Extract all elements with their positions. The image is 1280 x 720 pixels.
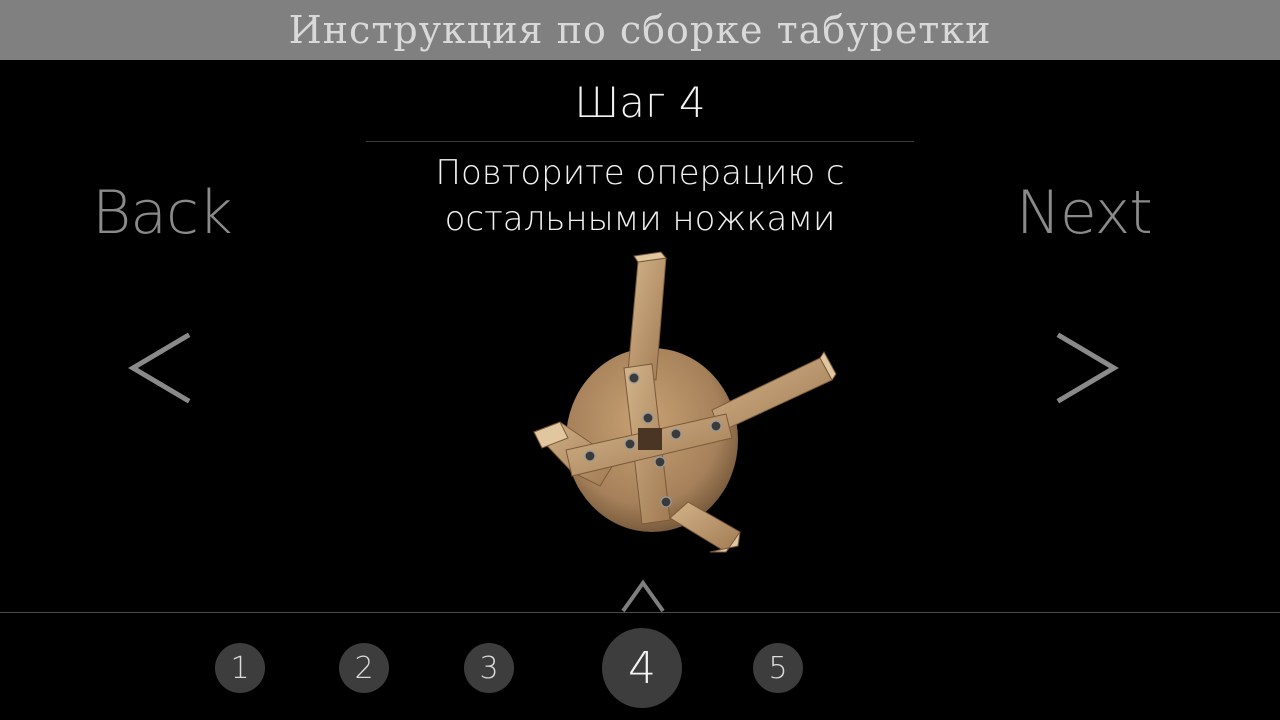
step-description-line-1: Повторите операцию с bbox=[435, 153, 845, 193]
page-button-3[interactable]: 3 bbox=[464, 643, 514, 693]
page-button-4[interactable]: 4 bbox=[602, 628, 682, 708]
page-button-2[interactable]: 2 bbox=[339, 643, 389, 693]
step-title: Шаг 4 bbox=[574, 78, 706, 127]
step-description-line-2: остальными ножками bbox=[444, 199, 836, 239]
stool-illustration bbox=[533, 251, 837, 553]
chevron-right-icon[interactable] bbox=[1052, 330, 1122, 406]
page-button-5[interactable]: 5 bbox=[753, 643, 803, 693]
app-title: Инструкция по сборке табуретки bbox=[288, 8, 992, 52]
step-description: Повторите операцию с остальными ножками bbox=[340, 150, 940, 242]
chevron-up-icon[interactable] bbox=[618, 575, 668, 615]
footer-divider bbox=[0, 612, 1280, 613]
next-button[interactable]: Next bbox=[1016, 178, 1153, 248]
app-title-bar: Инструкция по сборке табуретки bbox=[0, 0, 1280, 60]
page-button-1[interactable]: 1 bbox=[215, 643, 265, 693]
chevron-left-icon[interactable] bbox=[125, 330, 195, 406]
back-button[interactable]: Back bbox=[92, 178, 233, 248]
title-divider bbox=[366, 141, 914, 142]
